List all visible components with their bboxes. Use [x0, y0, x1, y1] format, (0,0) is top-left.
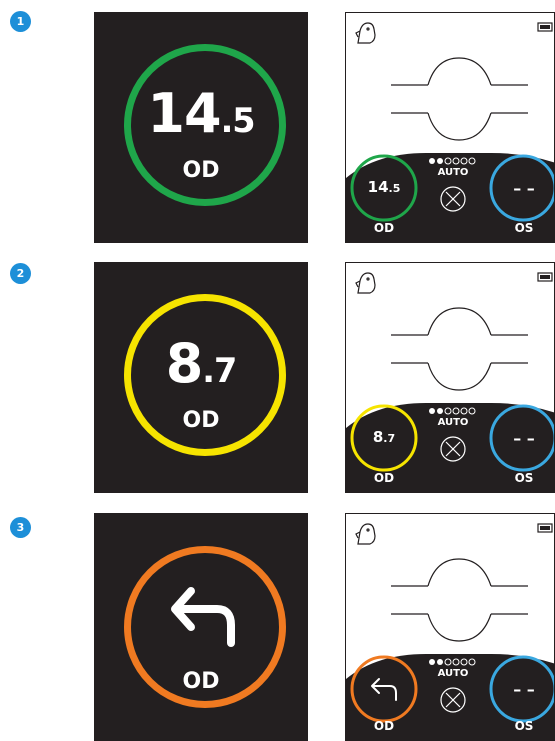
device-screen: AUTO 14.5 OD – – OS — [345, 12, 555, 243]
left-eye-label: OD — [373, 719, 395, 733]
step-number-badge: 3 — [10, 517, 31, 538]
measurement-value-integer: 8 — [165, 332, 204, 395]
dog-icon — [355, 272, 376, 294]
step-number-badge: 2 — [10, 263, 31, 284]
right-eye-value: – – — [513, 429, 535, 448]
right-eye-value: – – — [513, 179, 535, 198]
left-eye-label: OD — [373, 471, 395, 485]
eye-label: OD — [182, 408, 220, 433]
battery-icon — [537, 22, 553, 32]
measurement-value: 8.7 — [94, 332, 308, 395]
eye-label: OD — [182, 669, 220, 694]
device-screen-graphics — [346, 272, 554, 492]
device-screen: AUTO 8.7 OD – – OS — [345, 262, 555, 493]
left-eye-value-decimal: .7 — [383, 432, 396, 445]
measurement-display-panel: 14.5 OD — [94, 12, 308, 243]
right-eye-label: OS — [514, 221, 534, 235]
left-eye-label: OD — [373, 221, 395, 235]
measurement-value-decimal: .5 — [220, 101, 256, 140]
device-screen: AUTO OD – – OS — [345, 513, 555, 741]
battery-icon — [537, 272, 553, 282]
right-eye-value: – – — [513, 680, 535, 699]
battery-icon — [537, 523, 553, 533]
measurement-value-integer: 14 — [147, 82, 221, 145]
eye-outline-graphic — [391, 558, 528, 642]
measurement-display-panel: 8.7 OD — [94, 262, 308, 493]
device-screen-graphics — [346, 523, 554, 740]
mode-label: AUTO — [437, 668, 469, 679]
device-screen-graphics — [346, 22, 554, 242]
return-arrow-icon — [171, 587, 235, 647]
measurement-value: 14.5 — [94, 82, 308, 145]
eye-outline-graphic — [391, 57, 528, 141]
dog-icon — [355, 523, 376, 545]
left-eye-value-integer: 8 — [372, 428, 384, 446]
left-eye-value: 8.7 — [354, 428, 414, 446]
right-eye-label: OS — [514, 719, 534, 733]
right-eye-label: OS — [514, 471, 534, 485]
mode-label: AUTO — [437, 167, 469, 178]
measurement-display-panel: OD — [94, 513, 308, 741]
eye-outline-graphic — [391, 307, 528, 391]
measurement-value-decimal: .7 — [202, 351, 237, 390]
left-eye-value-integer: 14 — [367, 178, 389, 196]
mode-label: AUTO — [437, 417, 469, 428]
eye-label: OD — [182, 158, 220, 183]
left-eye-value-decimal: .5 — [388, 182, 401, 195]
dog-icon — [355, 22, 376, 44]
step-number-badge: 1 — [10, 11, 31, 32]
left-eye-value: 14.5 — [354, 178, 414, 196]
